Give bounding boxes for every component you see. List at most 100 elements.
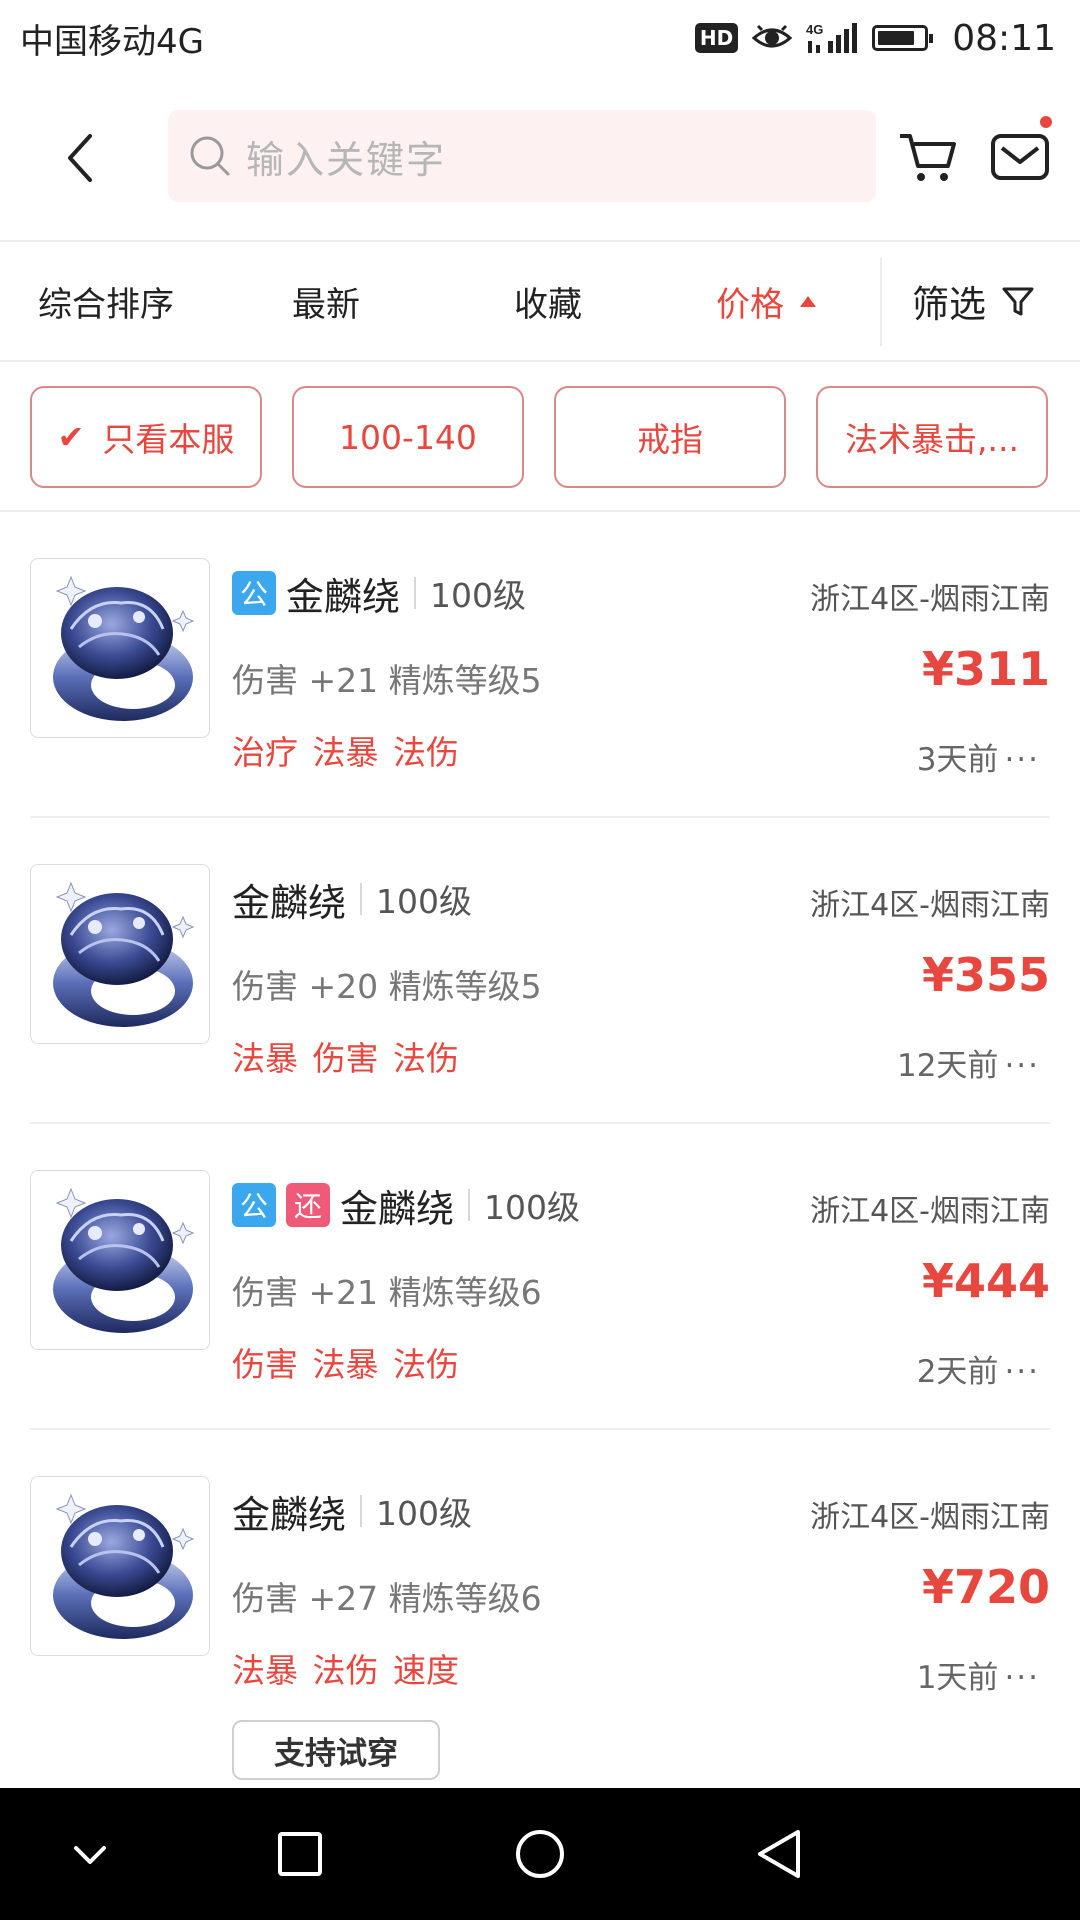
item-title-row: 公 还 金麟绕 100级 <box>232 1174 580 1236</box>
divider <box>360 883 363 915</box>
status-bar: 中国移动4G HD 4G 08:11 <box>0 0 1080 76</box>
item-effects: 法暴 法伤 速度 <box>232 1651 459 1690</box>
item-effects: 伤害 法暴 法伤 <box>232 1345 459 1384</box>
item-attributes: 伤害 +21 精炼等级6 <box>232 1273 542 1312</box>
list-item[interactable]: 公 金麟绕 100级 浙江4区-烟雨江南 伤害 +21 精炼等级5 ¥311 治… <box>0 512 1080 818</box>
item-price: ¥444 <box>921 1254 1050 1308</box>
item-server: 浙江4区-烟雨江南 <box>810 888 1050 923</box>
public-tag: 公 <box>232 1183 276 1227</box>
chip-label: 戒指 <box>637 420 703 459</box>
search-placeholder: 输入关键字 <box>246 137 447 182</box>
item-title-row: 金麟绕 100级 <box>232 868 472 930</box>
ring-image <box>30 1476 210 1656</box>
item-time: 2天前 ··· <box>917 1346 1040 1391</box>
item-server: 浙江4区-烟雨江南 <box>810 582 1050 617</box>
item-level: 100级 <box>484 1188 581 1227</box>
signal-icon: 4G <box>806 22 858 53</box>
item-time: 12天前 ··· <box>897 1040 1040 1085</box>
carrier-label: 中国移动4G <box>20 21 204 62</box>
clock: 08:11 <box>952 17 1056 59</box>
list-item[interactable]: 金麟绕 100级 浙江4区-烟雨江南 伤害 +27 精炼等级6 ¥720 法暴 … <box>0 1430 1080 1736</box>
ring-image <box>30 1170 210 1350</box>
try-on-badge[interactable]: 支持试穿 <box>232 1720 440 1780</box>
item-effects: 法暴 伤害 法伤 <box>232 1039 459 1078</box>
return-tag: 还 <box>286 1183 330 1227</box>
item-name: 金麟绕 <box>286 574 401 619</box>
sort-label: 价格 <box>716 284 784 325</box>
item-level: 100级 <box>376 882 473 921</box>
search-icon <box>190 136 230 176</box>
time-text: 12天前 <box>896 1048 999 1084</box>
filter-button[interactable]: 筛选 <box>912 242 1036 360</box>
item-name: 金麟绕 <box>340 1186 455 1231</box>
sort-label: 收藏 <box>514 284 582 325</box>
ring-image <box>30 864 210 1044</box>
more-icon[interactable]: ··· <box>1004 1660 1040 1696</box>
time-text: 2天前 <box>916 1354 999 1390</box>
sort-comprehensive[interactable]: 综合排序 <box>38 242 174 360</box>
public-tag: 公 <box>232 571 276 615</box>
nav-home-icon[interactable] <box>510 1824 570 1884</box>
mail-icon[interactable] <box>988 124 1052 188</box>
filter-label: 筛选 <box>912 283 986 326</box>
chip-category[interactable]: 戒指 <box>554 386 786 488</box>
svg-text:4G: 4G <box>806 22 823 37</box>
notification-dot <box>1040 116 1052 128</box>
check-icon: ✔ <box>57 418 85 456</box>
item-price: ¥355 <box>921 948 1050 1002</box>
more-icon[interactable]: ··· <box>1004 1354 1040 1390</box>
sort-up-icon <box>800 295 816 307</box>
chip-level-range[interactable]: 100-140 <box>292 386 524 488</box>
chip-attributes[interactable]: 法术暴击,... <box>816 386 1048 488</box>
sort-label: 最新 <box>292 284 360 325</box>
chip-label: 100-140 <box>339 417 477 457</box>
item-title-row: 金麟绕 100级 <box>232 1480 472 1542</box>
time-text: 3天前 <box>916 742 999 778</box>
item-name: 金麟绕 <box>232 880 347 925</box>
item-time: 1天前 ··· <box>917 1652 1040 1697</box>
sort-price[interactable]: 价格 <box>716 242 816 360</box>
item-attributes: 伤害 +27 精炼等级6 <box>232 1579 542 1618</box>
filter-icon <box>1002 287 1034 316</box>
item-name: 金麟绕 <box>232 1492 347 1537</box>
divider <box>0 360 1080 362</box>
eye-icon <box>752 24 793 48</box>
item-attributes: 伤害 +21 精炼等级5 <box>232 661 542 700</box>
chip-label: 只看本服 <box>102 420 235 459</box>
hd-icon: HD <box>694 23 739 53</box>
system-nav-bar <box>0 1788 1080 1920</box>
ring-image <box>30 558 210 738</box>
back-icon[interactable] <box>52 128 112 188</box>
time-text: 1天前 <box>916 1660 999 1696</box>
battery-icon <box>872 25 934 51</box>
nav-back-icon[interactable] <box>750 1824 810 1884</box>
list-item[interactable]: 金麟绕 100级 浙江4区-烟雨江南 伤害 +20 精炼等级5 ¥355 法暴 … <box>0 818 1080 1124</box>
item-level: 100级 <box>430 576 527 615</box>
filter-chips: ✔ 只看本服 100-140 戒指 法术暴击,... <box>0 386 1080 488</box>
sort-favorites[interactable]: 收藏 <box>514 242 582 360</box>
item-server: 浙江4区-烟雨江南 <box>810 1500 1050 1535</box>
search-input[interactable]: 输入关键字 <box>168 110 876 202</box>
item-attributes: 伤害 +20 精炼等级5 <box>232 967 542 1006</box>
more-icon[interactable]: ··· <box>1004 1048 1040 1084</box>
item-title-row: 公 金麟绕 100级 <box>232 562 526 624</box>
item-price: ¥720 <box>921 1560 1050 1614</box>
status-icons: HD 4G 08:11 <box>694 17 1056 59</box>
sort-newest[interactable]: 最新 <box>292 242 360 360</box>
item-time: 3天前 ··· <box>917 734 1040 779</box>
cart-icon[interactable] <box>896 124 960 188</box>
divider <box>360 1495 363 1527</box>
sort-bar: 综合排序 最新 收藏 价格 筛选 <box>0 242 1080 360</box>
list-item[interactable]: 公 还 金麟绕 100级 浙江4区-烟雨江南 伤害 +21 精炼等级6 ¥444… <box>0 1124 1080 1430</box>
more-icon[interactable]: ··· <box>1004 742 1040 778</box>
nav-hide-icon[interactable] <box>60 1824 120 1884</box>
divider <box>414 577 417 609</box>
divider <box>468 1189 471 1221</box>
item-server: 浙江4区-烟雨江南 <box>810 1194 1050 1229</box>
item-level: 100级 <box>376 1494 473 1533</box>
item-price: ¥311 <box>921 642 1050 696</box>
chip-local-server[interactable]: ✔ 只看本服 <box>30 386 262 488</box>
divider <box>880 258 882 346</box>
sort-label: 综合排序 <box>38 284 174 325</box>
nav-recents-icon[interactable] <box>270 1824 330 1884</box>
